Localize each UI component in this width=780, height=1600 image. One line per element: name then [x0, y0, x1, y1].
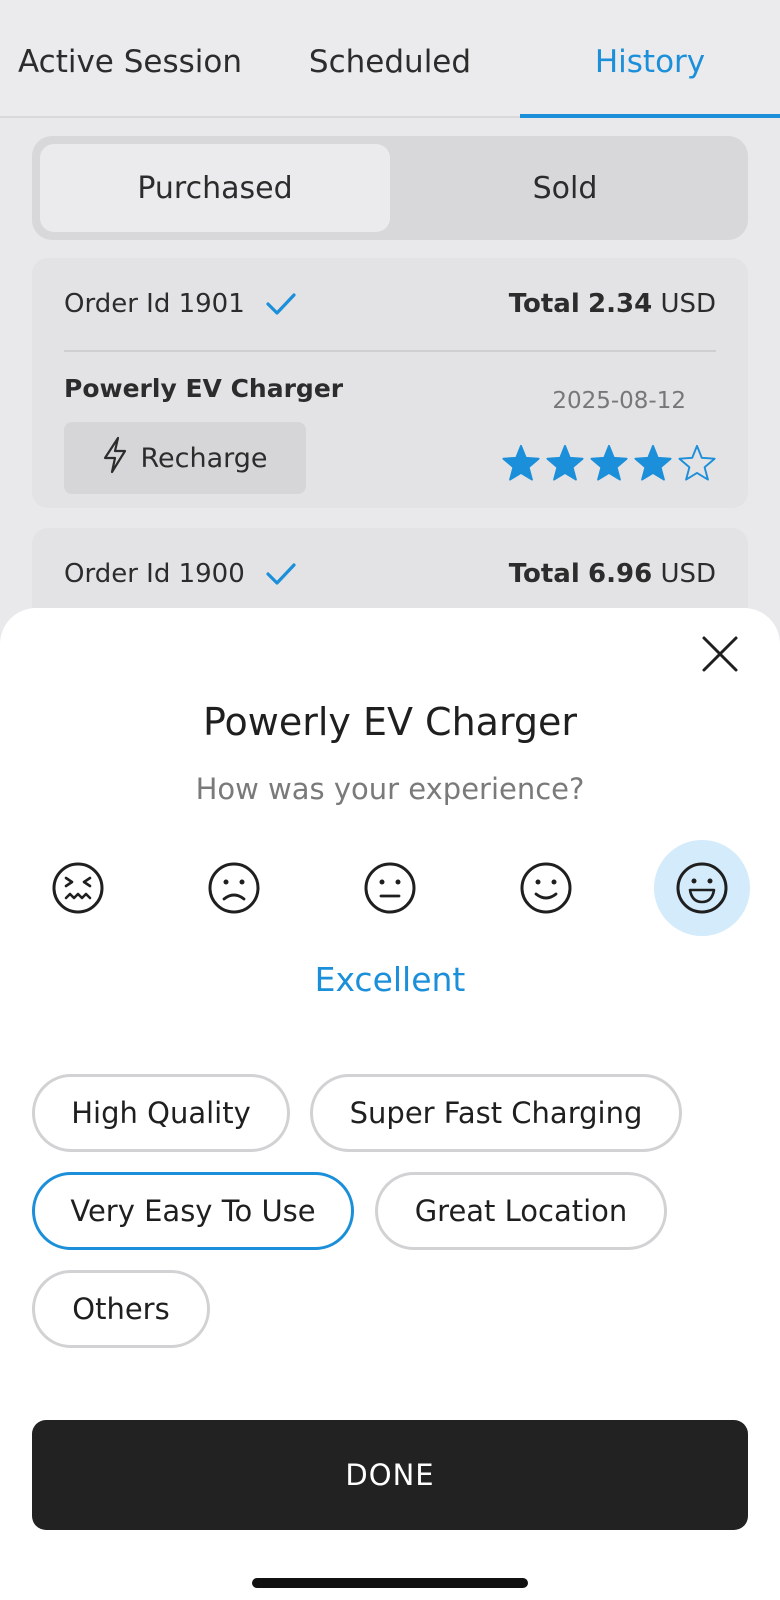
- excellent-face-icon[interactable]: [654, 840, 750, 936]
- order-total: Total 2.34 USD: [509, 289, 716, 319]
- star-rating: [502, 444, 716, 482]
- recharge-button[interactable]: Recharge: [64, 422, 306, 494]
- order-id-label: Order Id 1901: [64, 289, 245, 319]
- segment-purchased[interactable]: Purchased: [40, 144, 390, 232]
- rating-label: Excellent: [314, 960, 466, 999]
- star-filled-icon: [502, 444, 540, 482]
- tab-history[interactable]: History: [520, 0, 780, 118]
- order-header: Order Id 1900 Total 6.96 USD: [64, 528, 716, 620]
- order-total-label: Total: [508, 559, 580, 589]
- order-total-value: 6.96: [588, 559, 653, 589]
- home-indicator: [252, 1578, 528, 1588]
- check-icon: [265, 291, 297, 317]
- order-id: Order Id 1901: [64, 289, 297, 319]
- purchased-sold-toggle: Purchased Sold: [32, 136, 748, 240]
- done-button[interactable]: DONE: [32, 1420, 748, 1530]
- product-name: Powerly EV Charger: [64, 374, 344, 403]
- order-currency: USD: [660, 559, 716, 589]
- order-total-label: Total: [508, 289, 580, 319]
- top-tab-bar: Active Session Scheduled History: [0, 0, 780, 118]
- star-filled-icon: [590, 444, 628, 482]
- tab-scheduled[interactable]: Scheduled: [260, 0, 520, 116]
- chip-high-quality[interactable]: High Quality: [32, 1074, 290, 1152]
- order-card[interactable]: Order Id 1901 Total 2.34 USD Powerly EV …: [32, 258, 748, 508]
- bad-face-icon[interactable]: [186, 840, 282, 936]
- check-icon: [265, 561, 297, 587]
- very-bad-face-icon[interactable]: [30, 840, 126, 936]
- close-icon[interactable]: [698, 632, 742, 676]
- order-currency: USD: [660, 289, 716, 319]
- rating-bottom-sheet: Powerly EV Charger How was your experien…: [0, 608, 780, 1600]
- order-total-value: 2.34: [588, 289, 653, 319]
- chip-super-fast-charging[interactable]: Super Fast Charging: [310, 1074, 682, 1152]
- chip-great-location[interactable]: Great Location: [375, 1172, 667, 1250]
- tab-active-session[interactable]: Active Session: [0, 0, 260, 116]
- order-body: Powerly EV Charger 2025-08-12 Recharge: [64, 352, 716, 508]
- recharge-label: Recharge: [140, 442, 268, 474]
- segment-sold[interactable]: Sold: [390, 144, 740, 232]
- order-header: Order Id 1901 Total 2.34 USD: [64, 258, 716, 350]
- order-date: 2025-08-12: [552, 388, 686, 414]
- order-total: Total 6.96 USD: [509, 559, 716, 589]
- neutral-face-icon[interactable]: [342, 840, 438, 936]
- order-id: Order Id 1900: [64, 559, 297, 589]
- chip-very-easy-to-use[interactable]: Very Easy To Use: [32, 1172, 354, 1250]
- sheet-subtitle: How was your experience?: [195, 772, 585, 806]
- star-filled-icon: [546, 444, 584, 482]
- order-id-label: Order Id 1900: [64, 559, 245, 589]
- face-rating-row: [30, 840, 750, 936]
- sheet-title: Powerly EV Charger: [202, 700, 578, 744]
- good-face-icon[interactable]: [498, 840, 594, 936]
- chip-others[interactable]: Others: [32, 1270, 210, 1348]
- lightning-icon: [102, 436, 128, 481]
- star-empty-icon: [678, 444, 716, 482]
- star-filled-icon: [634, 444, 672, 482]
